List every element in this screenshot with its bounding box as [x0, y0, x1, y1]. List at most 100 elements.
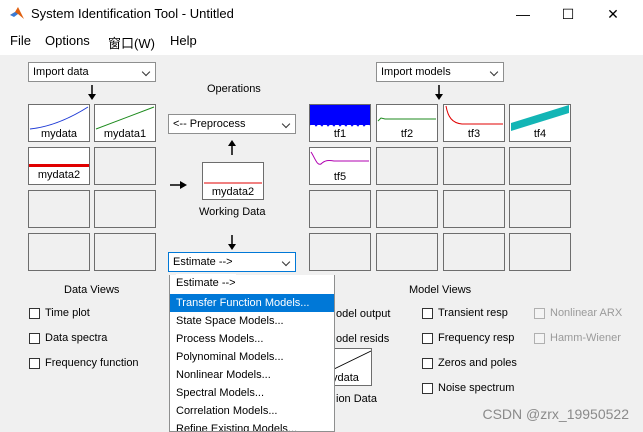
import-models-value: Import models — [381, 66, 451, 78]
data-views-label: Data Views — [64, 284, 120, 296]
chevron-down-icon — [278, 115, 295, 133]
checkbox-box — [422, 307, 433, 319]
data-spectra-checkbox[interactable]: Data spectra — [29, 331, 107, 347]
model-tile-tf5[interactable]: tf5 — [309, 147, 371, 185]
right-arrow-icon — [170, 181, 187, 189]
model-output-checkbox-label[interactable]: odel output — [336, 308, 390, 320]
menu-item-nonlinear-models[interactable]: Nonlinear Models... — [170, 366, 334, 384]
checkbox-label: Data spectra — [45, 332, 108, 344]
validation-data-tile[interactable]: ydata — [330, 348, 372, 386]
model-tile-empty[interactable] — [443, 190, 505, 228]
menu-item-process-models[interactable]: Process Models... — [170, 330, 334, 348]
zeros-and-poles-checkbox[interactable]: Zeros and poles — [422, 356, 517, 372]
model-tile-empty[interactable] — [509, 147, 571, 185]
menu-help[interactable]: Help — [170, 33, 197, 48]
menu-item-state-space-models[interactable]: State Space Models... — [170, 312, 334, 330]
dropdown-current-value[interactable]: Estimate --> — [176, 274, 236, 292]
up-arrow-icon — [228, 140, 236, 155]
frequency-resp-checkbox[interactable]: Frequency resp — [422, 331, 514, 347]
model-tile-empty[interactable] — [309, 190, 371, 228]
checkbox-label: Frequency resp — [438, 332, 515, 344]
data-tile-mydata1[interactable]: mydata1 — [94, 104, 156, 142]
data-tile-empty[interactable] — [28, 233, 90, 271]
model-resids-checkbox-label[interactable]: odel resids — [336, 333, 389, 345]
data-tile-empty[interactable] — [94, 190, 156, 228]
transient-resp-checkbox[interactable]: Transient resp — [422, 306, 508, 322]
model-tile-empty[interactable] — [443, 147, 505, 185]
import-data-value: Import data — [33, 66, 89, 78]
checkbox-box — [534, 307, 545, 319]
model-tile-empty[interactable] — [309, 233, 371, 271]
menu-options[interactable]: Options — [45, 33, 90, 48]
down-arrow-icon — [435, 85, 443, 100]
menu-item-transfer-function-models[interactable]: Transfer Function Models... — [170, 294, 334, 312]
dropdown-header: Estimate --> — [169, 274, 335, 292]
window-title: System Identification Tool - Untitled — [31, 6, 234, 21]
checkbox-box — [29, 332, 40, 344]
checkbox-box — [422, 332, 433, 344]
chevron-down-icon — [138, 63, 155, 81]
menu-bar: File Options 窗口(W) Help — [0, 30, 643, 52]
data-tile-mydata[interactable]: mydata — [28, 104, 90, 142]
data-tile-mydata2[interactable]: mydata2 — [28, 147, 90, 185]
checkbox-label: Zeros and poles — [438, 357, 517, 369]
model-tile-label: tf5 — [333, 171, 347, 183]
close-button[interactable]: ✕ — [598, 4, 628, 24]
menu-item-polynominal-models[interactable]: Polynominal Models... — [170, 348, 334, 366]
estimate-select[interactable]: Estimate --> — [168, 252, 296, 272]
time-plot-checkbox[interactable]: Time plot — [29, 306, 90, 322]
down-arrow-icon — [228, 235, 236, 250]
down-arrow-icon — [88, 85, 96, 100]
hamm-wiener-checkbox[interactable]: Hamm-Wiener — [534, 331, 621, 347]
menu-item-spectral-models[interactable]: Spectral Models... — [170, 384, 334, 402]
frequency-function-checkbox[interactable]: Frequency function — [29, 356, 139, 372]
model-tile-empty[interactable] — [376, 147, 438, 185]
checkbox-label: Hamm-Wiener — [550, 332, 621, 344]
model-tile-empty[interactable] — [509, 233, 571, 271]
working-data-label: Working Data — [199, 206, 266, 218]
checkbox-label: Nonlinear ARX — [550, 307, 623, 319]
nonlinear-arx-checkbox[interactable]: Nonlinear ARX — [534, 306, 622, 322]
model-tile-empty[interactable] — [376, 190, 438, 228]
working-data-tile[interactable]: mydata2 — [202, 162, 264, 200]
maximize-button[interactable]: ☐ — [553, 4, 583, 24]
data-tile-empty[interactable] — [94, 233, 156, 271]
estimate-value: Estimate --> — [173, 256, 233, 268]
noise-spectrum-checkbox[interactable]: Noise spectrum — [422, 381, 514, 397]
data-tile-label: mydata1 — [103, 128, 147, 140]
import-models-select[interactable]: Import models — [376, 62, 504, 82]
model-tile-empty[interactable] — [509, 190, 571, 228]
title-bar: System Identification Tool - Untitled — … — [0, 0, 643, 28]
menu-window[interactable]: 窗口(W) — [108, 33, 155, 52]
checkbox-label: Transient resp — [438, 307, 508, 319]
menu-file[interactable]: File — [10, 33, 31, 48]
checkbox-box — [534, 332, 545, 344]
checkbox-label: Frequency function — [45, 357, 139, 369]
model-tile-tf4[interactable]: tf4 — [509, 104, 571, 142]
model-tile-empty[interactable] — [376, 233, 438, 271]
data-tile-label: mydata — [40, 128, 78, 140]
data-tile-empty[interactable] — [94, 147, 156, 185]
preprocess-value: <-- Preprocess — [173, 118, 246, 130]
chevron-down-icon — [486, 63, 503, 81]
validation-data-label: ion Data — [336, 393, 377, 405]
model-tile-label: tf2 — [400, 128, 414, 140]
model-tile-label: tf4 — [533, 128, 547, 140]
menu-item-correlation-models[interactable]: Correlation Models... — [170, 402, 334, 420]
checkbox-label: Noise spectrum — [438, 382, 515, 394]
minimize-button[interactable]: — — [508, 4, 538, 24]
import-data-select[interactable]: Import data — [28, 62, 156, 82]
model-tile-tf1[interactable]: tf1 — [309, 104, 371, 142]
data-tile-empty[interactable] — [28, 190, 90, 228]
model-tile-tf3[interactable]: tf3 — [443, 104, 505, 142]
checkbox-box — [29, 357, 40, 369]
operations-label: Operations — [207, 83, 261, 95]
preprocess-select[interactable]: <-- Preprocess — [168, 114, 296, 134]
validation-data-name: ydata — [332, 372, 359, 384]
model-tile-tf2[interactable]: tf2 — [376, 104, 438, 142]
watermark-text: CSDN @zrx_19950522 — [482, 406, 629, 422]
model-tile-empty[interactable] — [443, 233, 505, 271]
model-tile-label: tf1 — [333, 128, 347, 140]
menu-item-refine-existing-models[interactable]: Refine Existing Models... — [170, 420, 334, 431]
working-data-name: mydata2 — [211, 186, 255, 198]
